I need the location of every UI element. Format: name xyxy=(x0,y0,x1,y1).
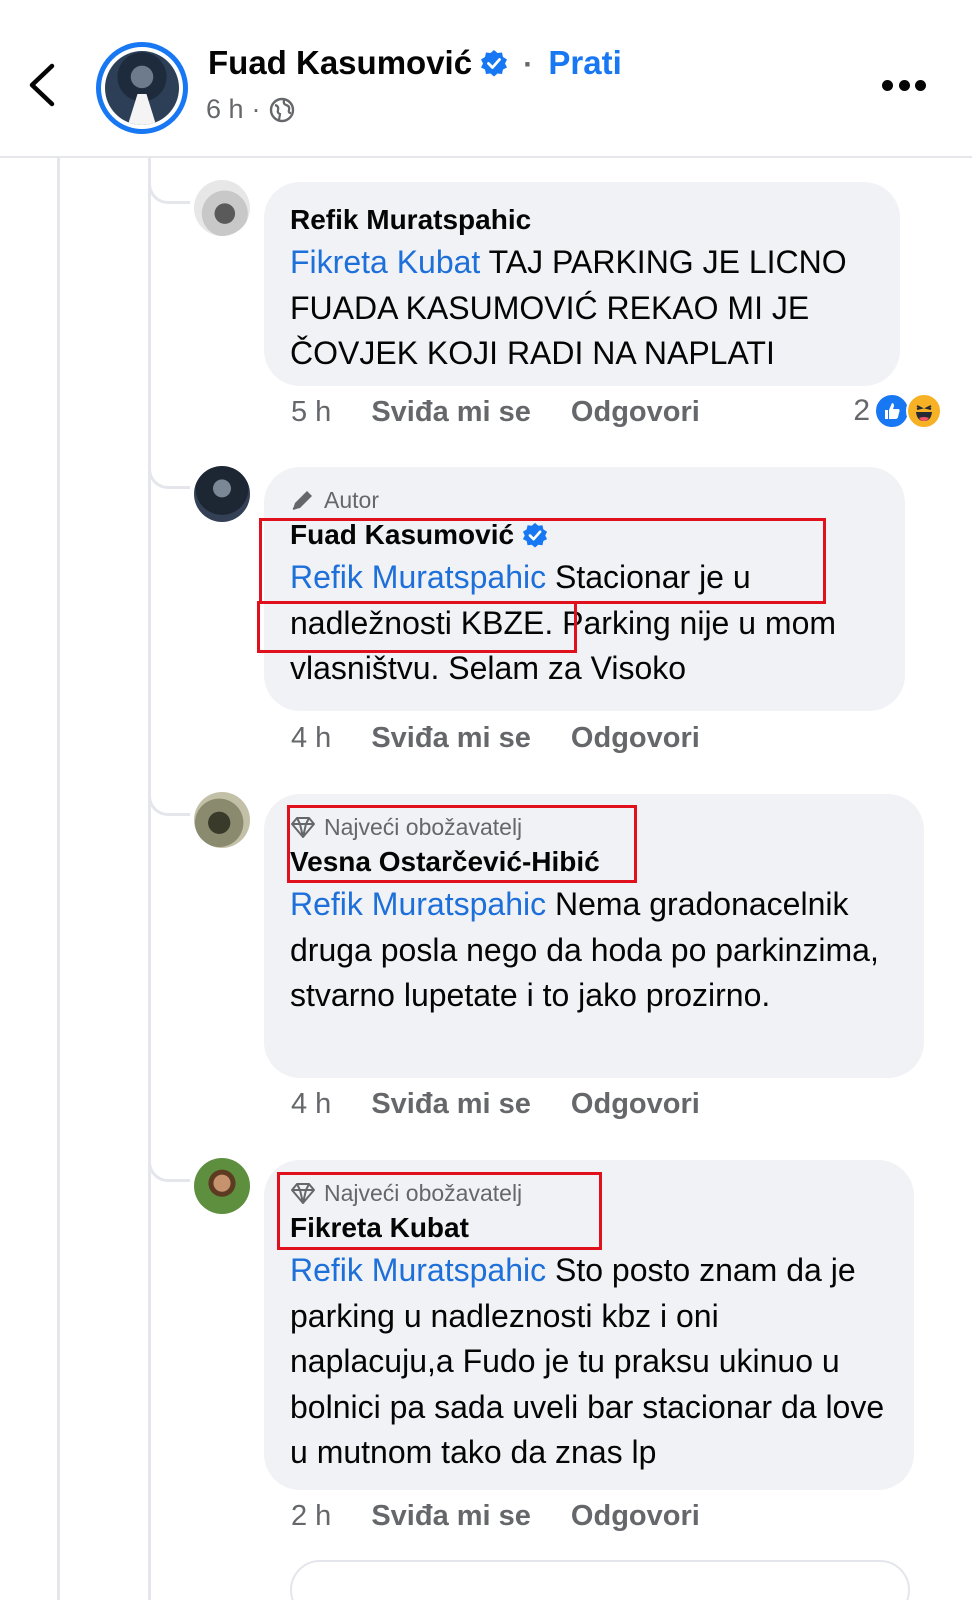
reaction-summary[interactable]: 2 xyxy=(853,393,942,429)
avatar[interactable] xyxy=(194,180,250,236)
thread-line xyxy=(57,158,60,1600)
like-reaction-icon xyxy=(874,393,910,429)
comment-text: Fikreta Kubat TAJ PARKING JE LICNO FUADA… xyxy=(290,240,874,377)
reply-button[interactable]: Odgovori xyxy=(571,396,700,429)
haha-reaction-icon xyxy=(906,393,942,429)
reply-button[interactable]: Odgovori xyxy=(571,1088,700,1121)
comment-actions: 4 h Sviđa mi se Odgovori xyxy=(291,722,700,755)
globe-icon xyxy=(269,97,294,122)
comment-actions: 2 h Sviđa mi se Odgovori xyxy=(291,1500,700,1533)
post-time[interactable]: 6 h xyxy=(206,94,244,125)
meta-separator: · xyxy=(251,94,261,124)
like-button[interactable]: Sviđa mi se xyxy=(371,396,531,429)
page-name[interactable]: Fuad Kasumović xyxy=(208,44,472,81)
more-icon[interactable] xyxy=(882,80,926,94)
post-header: Fuad Kasumović · Prati 6 h · xyxy=(0,0,972,158)
next-comment-bubble xyxy=(290,1560,910,1600)
follow-button[interactable]: Prati xyxy=(548,44,621,81)
pen-icon xyxy=(292,491,312,510)
comment-actions: 5 h Sviđa mi se Odgovori xyxy=(291,396,700,429)
reply-thread-line xyxy=(148,158,151,1600)
mention-link[interactable]: Refik Muratspahic xyxy=(290,886,546,922)
reply-connector xyxy=(148,455,190,489)
highlight-box xyxy=(259,518,826,604)
avatar[interactable] xyxy=(194,466,250,522)
reply-connector xyxy=(148,782,190,816)
mention-link[interactable]: Refik Muratspahic xyxy=(290,1252,546,1288)
comment-actions: 4 h Sviđa mi se Odgovori xyxy=(291,1088,700,1121)
back-arrow-icon[interactable] xyxy=(22,60,62,110)
like-button[interactable]: Sviđa mi se xyxy=(371,722,531,755)
highlight-box xyxy=(287,805,637,883)
page-avatar[interactable] xyxy=(96,42,188,134)
reaction-count: 2 xyxy=(853,394,870,427)
title-separator: · xyxy=(523,48,534,81)
post-meta: 6 h · xyxy=(206,94,295,125)
avatar[interactable] xyxy=(194,792,250,848)
reply-button[interactable]: Odgovori xyxy=(571,722,700,755)
author-badge: Autor xyxy=(290,485,879,515)
highlight-box xyxy=(277,1172,602,1250)
comment-time[interactable]: 4 h xyxy=(291,1088,331,1121)
reply-connector xyxy=(148,1148,190,1182)
comment-text: Refik Muratspahic Sto posto znam da je p… xyxy=(290,1248,888,1476)
comment-time[interactable]: 5 h xyxy=(291,396,331,429)
comment-text: Refik Muratspahic Nema gradonacelnik dru… xyxy=(290,882,898,1019)
verified-icon xyxy=(481,50,508,77)
highlight-box xyxy=(257,601,577,653)
page-title: Fuad Kasumović · Prati xyxy=(208,44,622,82)
avatar[interactable] xyxy=(194,1158,250,1214)
reply-button[interactable]: Odgovori xyxy=(571,1500,700,1533)
like-button[interactable]: Sviđa mi se xyxy=(371,1088,531,1121)
comment-time[interactable]: 4 h xyxy=(291,722,331,755)
badge-label: Autor xyxy=(324,486,379,513)
comment-bubble: Refik Muratspahic Fikreta Kubat TAJ PARK… xyxy=(264,182,900,386)
reply-connector xyxy=(148,170,190,204)
comment-author[interactable]: Refik Muratspahic xyxy=(290,200,874,240)
comment-time[interactable]: 2 h xyxy=(291,1500,331,1533)
mention-link[interactable]: Fikreta Kubat xyxy=(290,244,480,280)
like-button[interactable]: Sviđa mi se xyxy=(371,1500,531,1533)
